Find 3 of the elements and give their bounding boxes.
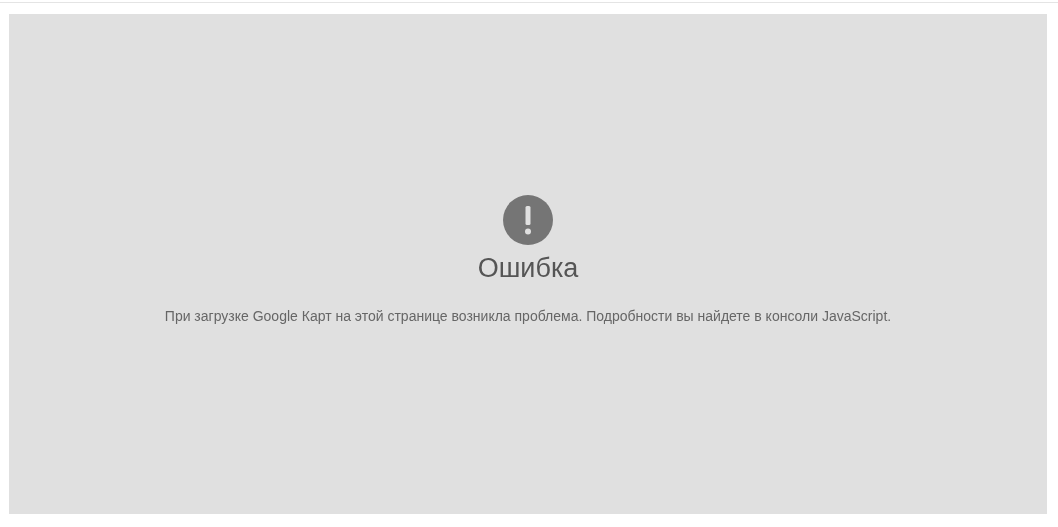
- error-title: Ошибка: [477, 252, 579, 285]
- error-message: При загрузке Google Карт на этой странице возникла проблема. Подробности вы найдете в консоли JavaScript.: [164, 307, 892, 325]
- warning-icon: [503, 195, 553, 245]
